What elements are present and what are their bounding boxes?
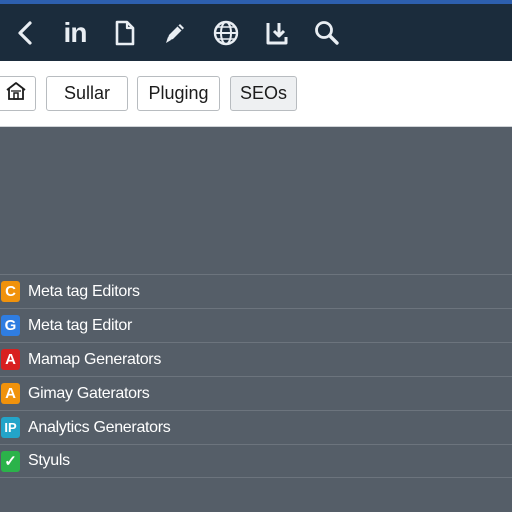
list-item-label: Styuls [28, 452, 70, 469]
pluging-button-label: Pluging [148, 83, 209, 103]
pluging-button[interactable]: Pluging [137, 76, 220, 111]
home-button[interactable] [0, 76, 36, 111]
sullar-button[interactable]: Sullar [46, 76, 128, 111]
search-icon[interactable] [312, 18, 342, 48]
tool-list: C Meta tag Editors G Meta tag Editor A M… [0, 274, 512, 478]
list-item-badge: ✓ [1, 450, 20, 472]
seos-button[interactable]: SEOs [230, 76, 297, 111]
document-icon[interactable] [110, 18, 140, 48]
sullar-button-label: Sullar [63, 83, 111, 103]
toolbar: Sullar Pluging SEOs [0, 61, 512, 127]
chevron-left-icon[interactable] [10, 18, 40, 48]
list-item-badge: A [1, 349, 20, 370]
list-item[interactable]: ✓ Styuls [0, 444, 512, 478]
list-item-badge: C [1, 281, 20, 302]
top-navigation-bar: in [0, 0, 512, 61]
list-item[interactable]: A Mamap Generators [0, 342, 512, 376]
globe-icon[interactable] [211, 18, 241, 48]
list-item-label: Mamap Generators [28, 350, 162, 368]
seos-button-label: SEOs [239, 83, 287, 103]
list-item-label: Meta tag Editor [28, 316, 133, 334]
list-item-badge: G [1, 315, 20, 336]
linkedin-label: in [63, 17, 88, 48]
list-item-badge: IP [1, 417, 20, 438]
list-item-label: Analytics Generators [28, 418, 171, 436]
linkedin-icon[interactable]: in [58, 17, 92, 48]
download-icon[interactable] [262, 18, 292, 48]
list-item[interactable]: IP Analytics Generators [0, 410, 512, 444]
list-item-badge: A [1, 383, 20, 404]
list-item-label: Gimay Gaterators [28, 384, 150, 402]
list-item[interactable]: G Meta tag Editor [0, 308, 512, 342]
list-item-label: Meta tag Editors [28, 282, 140, 300]
home-icon [5, 80, 27, 107]
pen-icon[interactable] [160, 18, 190, 48]
list-item[interactable]: C Meta tag Editors [0, 274, 512, 308]
list-item[interactable]: A Gimay Gaterators [0, 376, 512, 410]
